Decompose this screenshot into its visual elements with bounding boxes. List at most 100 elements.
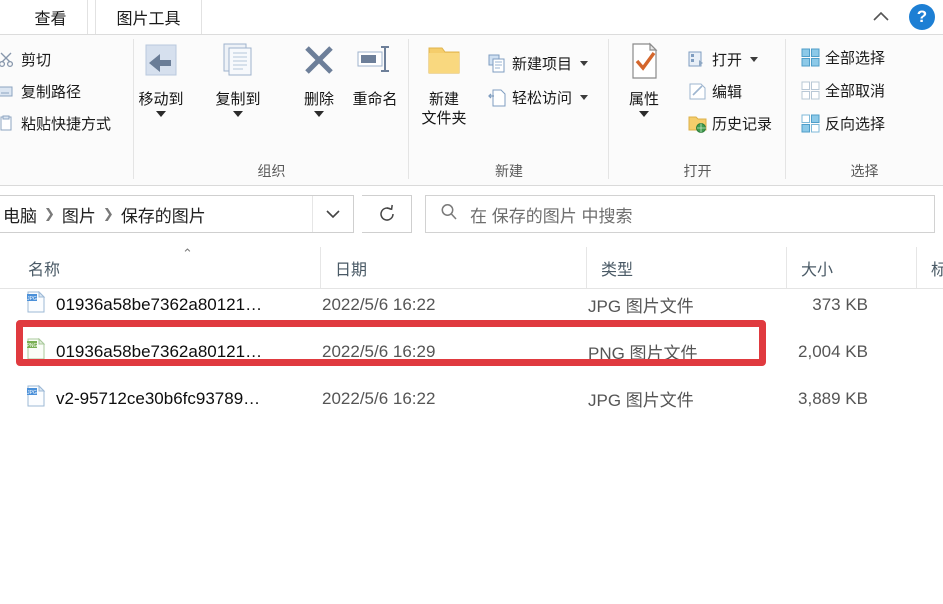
properties-icon [621,41,667,87]
folder-icon [421,41,467,87]
ribbon-item-paste-shortcut[interactable]: 粘贴快捷方式 [0,109,111,137]
jpg-file-icon: JPG [26,290,46,318]
ribbon-group-open-label: 打开 [683,163,712,179]
ribbon-group-new: 新建 文件夹 新建项目 轻松访问 新建 [409,35,609,186]
ribbon-item-copy-path[interactable]: 复制路径 [0,77,81,105]
ribbon-button-rename-label: 重命名 [352,91,398,108]
file-name-cell[interactable]: JPG v2-95712ce30b6fc93789… [26,384,260,412]
tab-picture-tools[interactable]: 图片工具 [95,0,202,34]
ribbon-group-new-label: 新建 [495,163,523,179]
jpg-file-icon: JPG [26,384,46,412]
ribbon-button-move-to[interactable]: 移动到 [138,41,184,117]
column-header-size[interactable]: 大小 [786,247,916,288]
ribbon-item-invert-selection[interactable]: 反向选择 [800,109,885,137]
ribbon-item-edit[interactable]: 编辑 [687,77,742,105]
ribbon-item-history[interactable]: 历史记录 [687,109,772,137]
ribbon-button-copy-to[interactable]: 复制到 [215,41,261,117]
ribbon-tab-strip: 查看 图片工具 ? [0,0,943,34]
ribbon-item-cut-label: 剪切 [21,51,52,69]
ribbon-group-clipboard: 剪切 复制路径 粘贴快捷方式 [0,35,134,186]
file-size-cell: 2,004 KB [798,341,868,361]
tab-picture-tools-label: 图片工具 [116,11,181,28]
ribbon-item-select-all[interactable]: 全部选择 [800,43,885,71]
chevron-down-icon[interactable] [580,60,589,66]
help-button[interactable]: ? [909,4,935,30]
file-name-text: 01936a58be7362a80121… [56,341,263,361]
ribbon-button-delete[interactable]: 删除 [296,41,342,117]
file-date-cell: 2022/5/6 16:22 [322,294,436,314]
edit-pencil-icon [687,81,707,101]
new-item-icon [487,53,507,73]
search-input[interactable]: 在 保存的图片 中搜索 [425,195,935,233]
rename-icon [352,41,398,87]
ribbon-item-open-label: 打开 [712,51,743,69]
history-icon [687,113,707,133]
ribbon-item-select-all-label: 全部选择 [825,49,886,67]
ribbon-button-new-folder[interactable]: 新建 文件夹 [421,41,467,128]
file-list-header: 名称 ⌃ 日期 类型 大小 标 [0,247,943,289]
file-type-cell: JPG 图片文件 [588,391,694,410]
ribbon-button-rename[interactable]: 重命名 [352,41,398,109]
file-explorer-window: 查看 图片工具 ? 剪切 复制路径 粘贴快捷方式 移动到 复制到 删除 重命名 … [0,0,943,604]
help-label: ? [916,7,928,26]
ribbon-item-open[interactable]: 打开 [687,45,759,73]
sort-ascending-icon: ⌃ [182,246,193,261]
breadcrumb-item-2[interactable]: 保存的图片 [121,202,206,227]
breadcrumb-item-1[interactable]: 图片 [62,202,96,227]
breadcrumb-item-0[interactable]: 电脑 [3,202,37,227]
file-name-cell[interactable]: PNG 01936a58be7362a80121… [26,337,263,365]
column-header-date[interactable]: 日期 [320,247,586,288]
chevron-down-icon[interactable] [233,111,243,117]
ribbon-item-new-item[interactable]: 新建项目 [487,49,589,77]
ribbon-item-cut[interactable]: 剪切 [0,45,51,73]
ribbon-button-copy-to-label: 复制到 [215,91,261,108]
copy-to-icon [215,41,261,87]
file-size-cell: 373 KB [812,294,868,314]
column-header-date-label: 日期 [335,261,368,279]
tab-view[interactable]: 查看 [14,0,88,34]
ribbon-group-select-label: 选择 [850,163,879,179]
svg-text:PNG: PNG [27,343,38,349]
ribbon-group-organize-label: 组织 [257,163,286,179]
table-row[interactable]: JPG 01936a58be7362a80121… 2022/5/6 16:22… [0,290,943,319]
ribbon-item-select-none[interactable]: 全部取消 [800,76,885,104]
column-header-size-label: 大小 [801,261,834,279]
ribbon-button-properties[interactable]: 属性 [621,41,667,117]
ribbon-button-new-folder-label-1: 新建 [428,91,459,108]
column-header-name-label: 名称 [28,261,61,279]
move-to-icon [138,41,184,87]
file-size-cell: 3,889 KB [798,388,868,408]
ribbon-button-move-to-label: 移动到 [138,91,184,108]
ribbon-item-invert-selection-label: 反向选择 [825,115,886,133]
tab-view-label: 查看 [34,11,67,28]
column-header-name[interactable]: 名称 ⌃ [14,247,320,288]
chevron-down-icon[interactable] [639,111,649,117]
easy-access-icon [487,87,507,107]
ribbon-item-copy-path-label: 复制路径 [21,83,82,101]
column-header-tags[interactable]: 标 [916,247,943,288]
chevron-down-icon[interactable] [314,111,324,117]
chevron-down-icon[interactable] [312,196,352,232]
svg-text:JPG: JPG [27,390,37,396]
refresh-icon[interactable] [362,195,412,233]
copy-path-icon [0,81,16,101]
chevron-up-icon[interactable] [870,7,892,27]
table-row[interactable]: PNG 01936a58be7362a80121… 2022/5/6 16:29… [0,337,943,366]
file-date-cell: 2022/5/6 16:22 [322,388,436,408]
column-header-tags-label: 标 [931,261,943,279]
select-all-icon [800,47,820,67]
chevron-down-icon[interactable] [156,111,166,117]
file-name-cell[interactable]: JPG 01936a58be7362a80121… [26,290,262,318]
file-date-cell: 2022/5/6 16:29 [322,341,436,361]
breadcrumb[interactable]: 电脑 ❯ 图片 ❯ 保存的图片 [0,195,354,233]
chevron-down-icon[interactable] [580,94,589,100]
ribbon-button-properties-label: 属性 [628,91,659,108]
column-header-type[interactable]: 类型 [586,247,786,288]
chevron-down-icon[interactable] [750,56,759,62]
png-file-icon: PNG [26,337,46,365]
ribbon-item-new-item-label: 新建项目 [512,55,573,73]
ribbon-button-new-folder-label-2: 文件夹 [421,110,467,127]
table-row[interactable]: JPG v2-95712ce30b6fc93789… 2022/5/6 16:2… [0,384,943,413]
ribbon-item-easy-access[interactable]: 轻松访问 [487,83,589,111]
scissors-icon [0,49,16,69]
